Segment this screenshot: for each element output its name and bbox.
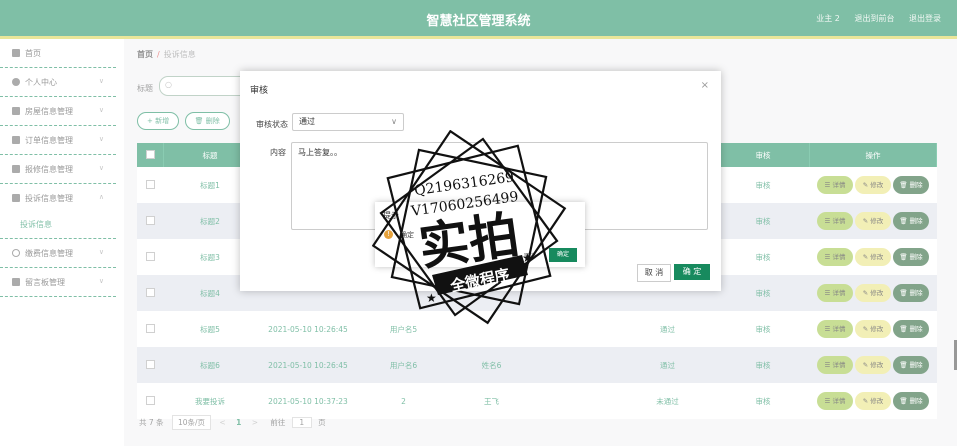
audit-status-value: 通过 xyxy=(299,117,315,126)
dialog-title: 审核 xyxy=(250,86,269,96)
cancel-button[interactable]: 取 消 xyxy=(637,264,671,282)
confirm-button[interactable]: 确 定 xyxy=(674,264,710,280)
content-label: 内容 xyxy=(270,148,286,157)
star-icon: ★ xyxy=(522,251,533,265)
watermark-stamp: Q2196316269 V17060256499 实拍 全微程序 ★ ★ xyxy=(372,130,567,325)
chevron-down-icon: ∨ xyxy=(391,117,397,126)
close-icon[interactable]: × xyxy=(701,80,709,91)
audit-status-select[interactable]: 通过 ∨ xyxy=(292,113,404,131)
audit-status-label: 审核状态 xyxy=(256,120,288,129)
star-icon: ★ xyxy=(426,291,437,305)
